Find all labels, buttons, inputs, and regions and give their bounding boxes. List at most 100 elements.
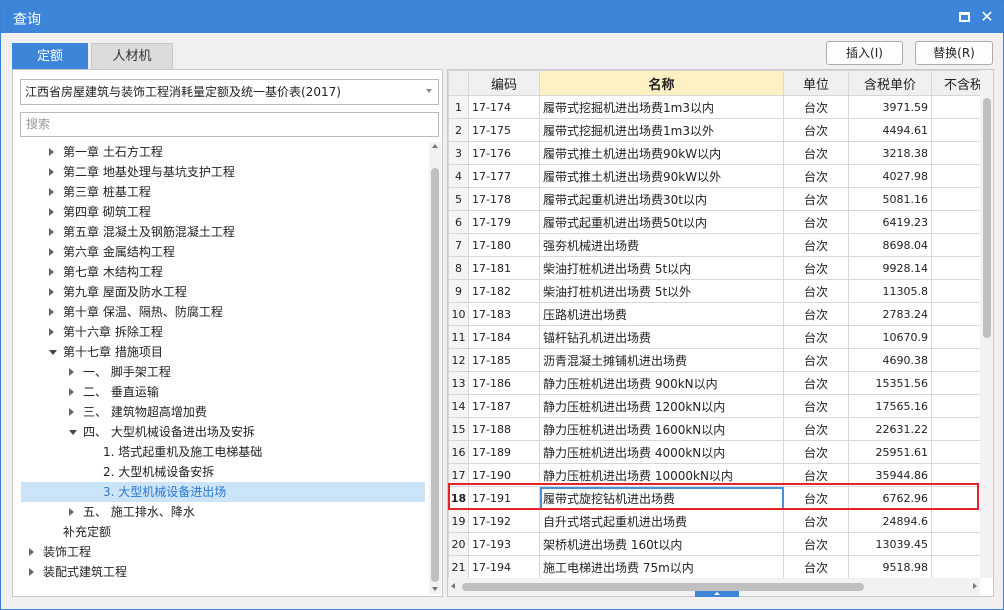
name-cell[interactable]: 锚杆钻孔机进出场费 — [539, 325, 784, 349]
price-notax-cell[interactable]: 226 — [931, 509, 980, 533]
row-number-cell[interactable]: 7 — [448, 233, 469, 257]
price-notax-cell[interactable]: 102 — [931, 279, 980, 303]
table-row[interactable]: 2017-193架桥机进出场费 160t以内台次13039.45119 — [448, 532, 980, 556]
code-cell[interactable]: 17-175 — [468, 118, 540, 142]
code-cell[interactable]: 17-184 — [468, 325, 540, 349]
col-price-notax-header[interactable]: 不含税单 — [931, 70, 980, 96]
name-cell[interactable]: 静力压桩机进出场费 900kN以内 — [539, 371, 784, 395]
unit-cell[interactable]: 台次 — [783, 509, 849, 533]
table-row[interactable]: 117-174履带式挖掘机进出场费1m3以内台次3971.5936 — [448, 95, 980, 119]
unit-cell[interactable]: 台次 — [783, 118, 849, 142]
expand-right-icon[interactable] — [69, 368, 74, 376]
price-tax-cell[interactable]: 4027.98 — [848, 164, 932, 188]
row-number-cell[interactable]: 10 — [448, 302, 469, 326]
table-row[interactable]: 1417-187静力压桩机进出场费 1200kN以内台次17565.16158 — [448, 394, 980, 418]
tree-scrollbar[interactable] — [429, 142, 441, 594]
unit-cell[interactable]: 台次 — [783, 555, 849, 578]
price-tax-cell[interactable]: 3218.38 — [848, 141, 932, 165]
table-row[interactable]: 1617-189静力压桩机进出场费 4000kN以内台次25951.61234 — [448, 440, 980, 464]
row-number-cell[interactable]: 17 — [448, 463, 469, 487]
price-notax-cell[interactable]: 86 — [931, 555, 980, 578]
price-tax-cell[interactable]: 24894.6 — [848, 509, 932, 533]
tree-node[interactable]: 二、 垂直运输 — [13, 382, 429, 402]
tree-node[interactable]: 第十章 保温、隔热、防腐工程 — [13, 302, 429, 322]
expand-right-icon[interactable] — [49, 288, 54, 296]
price-notax-cell[interactable]: 6 — [931, 486, 980, 510]
table-row[interactable]: 217-175履带式挖掘机进出场费1m3以外台次4494.6141 — [448, 118, 980, 142]
expand-right-icon[interactable] — [29, 548, 34, 556]
unit-cell[interactable]: 台次 — [783, 141, 849, 165]
expand-right-icon[interactable] — [49, 168, 54, 176]
grid-vertical-scrollbar[interactable] — [980, 70, 993, 578]
tree-node[interactable]: 第四章 砌筑工程 — [13, 202, 429, 222]
row-number-cell[interactable]: 9 — [448, 279, 469, 303]
price-notax-cell[interactable] — [931, 302, 980, 326]
code-cell[interactable]: 17-182 — [468, 279, 540, 303]
scroll-down-icon[interactable] — [432, 587, 438, 591]
name-cell[interactable]: 履带式旋挖钻机进出场费 — [539, 486, 784, 510]
tree-node[interactable]: 3. 大型机械设备进出场 — [21, 482, 425, 502]
table-row[interactable]: 1817-191履带式旋挖钻机进出场费台次6762.966 — [448, 486, 980, 510]
expand-right-icon[interactable] — [49, 308, 54, 316]
table-row[interactable]: 517-178履带式起重机进出场费30t以内台次5081.1646 — [448, 187, 980, 211]
unit-cell[interactable]: 台次 — [783, 394, 849, 418]
expand-right-icon[interactable] — [49, 188, 54, 196]
tree-node[interactable]: 四、 大型机械设备进出场及安拆 — [13, 422, 429, 442]
price-tax-cell[interactable]: 22631.22 — [848, 417, 932, 441]
search-input[interactable]: 搜索 — [20, 112, 439, 137]
row-number-cell[interactable]: 4 — [448, 164, 469, 188]
row-number-cell[interactable]: 5 — [448, 187, 469, 211]
price-tax-cell[interactable]: 9518.98 — [848, 555, 932, 578]
expand-right-icon[interactable] — [49, 148, 54, 156]
code-cell[interactable]: 17-191 — [468, 486, 540, 510]
tree-node[interactable]: 装饰工程 — [13, 542, 429, 562]
tree-node[interactable]: 第一章 土石方工程 — [13, 142, 429, 162]
row-number-cell[interactable]: 8 — [448, 256, 469, 280]
code-cell[interactable]: 17-180 — [468, 233, 540, 257]
unit-cell[interactable]: 台次 — [783, 187, 849, 211]
tree-node[interactable]: 装配式建筑工程 — [13, 562, 429, 582]
name-cell[interactable]: 强夯机械进出场费 — [539, 233, 784, 257]
row-number-cell[interactable]: 6 — [448, 210, 469, 234]
code-cell[interactable]: 17-176 — [468, 141, 540, 165]
col-name-header[interactable]: 名称 — [539, 70, 784, 96]
table-row[interactable]: 1217-185沥青混凝土摊铺机进出场费台次4690.3842 — [448, 348, 980, 372]
unit-cell[interactable]: 台次 — [783, 532, 849, 556]
unit-cell[interactable]: 台次 — [783, 325, 849, 349]
price-tax-cell[interactable]: 35944.86 — [848, 463, 932, 487]
name-cell[interactable]: 履带式起重机进出场费50t以内 — [539, 210, 784, 234]
row-number-cell[interactable]: 18 — [448, 486, 469, 510]
price-tax-cell[interactable]: 13039.45 — [848, 532, 932, 556]
name-cell[interactable]: 柴油打桩机进出场费 5t以外 — [539, 279, 784, 303]
scrollbar-thumb[interactable] — [462, 583, 864, 591]
code-cell[interactable]: 17-188 — [468, 417, 540, 441]
table-row[interactable]: 917-182柴油打桩机进出场费 5t以外台次11305.8102 — [448, 279, 980, 303]
row-number-cell[interactable]: 12 — [448, 348, 469, 372]
table-row[interactable]: 10 17-183 压路机进出场费 台次 2783.24 — [448, 302, 980, 326]
name-cell[interactable]: 静力压桩机进出场费 1600kN以内 — [539, 417, 784, 441]
price-notax-cell[interactable]: 89 — [931, 256, 980, 280]
price-tax-cell[interactable]: 5081.16 — [848, 187, 932, 211]
code-cell[interactable]: 17-179 — [468, 210, 540, 234]
table-row[interactable]: 417-177履带式推土机进出场费90kW以外台次4027.983 — [448, 164, 980, 188]
name-cell[interactable]: 压路机进出场费 — [539, 302, 784, 326]
table-row[interactable]: 1917-192自升式塔式起重机进出场费台次24894.6226 — [448, 509, 980, 533]
tree-node[interactable]: 第二章 地基处理与基坑支护工程 — [13, 162, 429, 182]
name-cell[interactable]: 柴油打桩机进出场费 5t以内 — [539, 256, 784, 280]
code-cell[interactable]: 17-187 — [468, 394, 540, 418]
unit-cell[interactable]: 台次 — [783, 164, 849, 188]
tree-node[interactable]: 一、 脚手架工程 — [13, 362, 429, 382]
code-cell[interactable]: 17-186 — [468, 371, 540, 395]
expand-right-icon[interactable] — [69, 388, 74, 396]
expand-right-icon[interactable] — [49, 328, 54, 336]
code-cell[interactable]: 17-194 — [468, 555, 540, 578]
tree-node[interactable]: 补充定额 — [13, 522, 429, 542]
expand-right-icon[interactable] — [69, 408, 74, 416]
name-cell[interactable]: 静力压桩机进出场费 4000kN以内 — [539, 440, 784, 464]
tree-node[interactable]: 三、 建筑物超高增加费 — [13, 402, 429, 422]
expand-right-icon[interactable] — [49, 268, 54, 276]
code-cell[interactable]: 17-177 — [468, 164, 540, 188]
unit-cell[interactable]: 台次 — [783, 440, 849, 464]
name-cell[interactable]: 履带式挖掘机进出场费1m3以外 — [539, 118, 784, 142]
price-notax-cell[interactable]: 41 — [931, 118, 980, 142]
